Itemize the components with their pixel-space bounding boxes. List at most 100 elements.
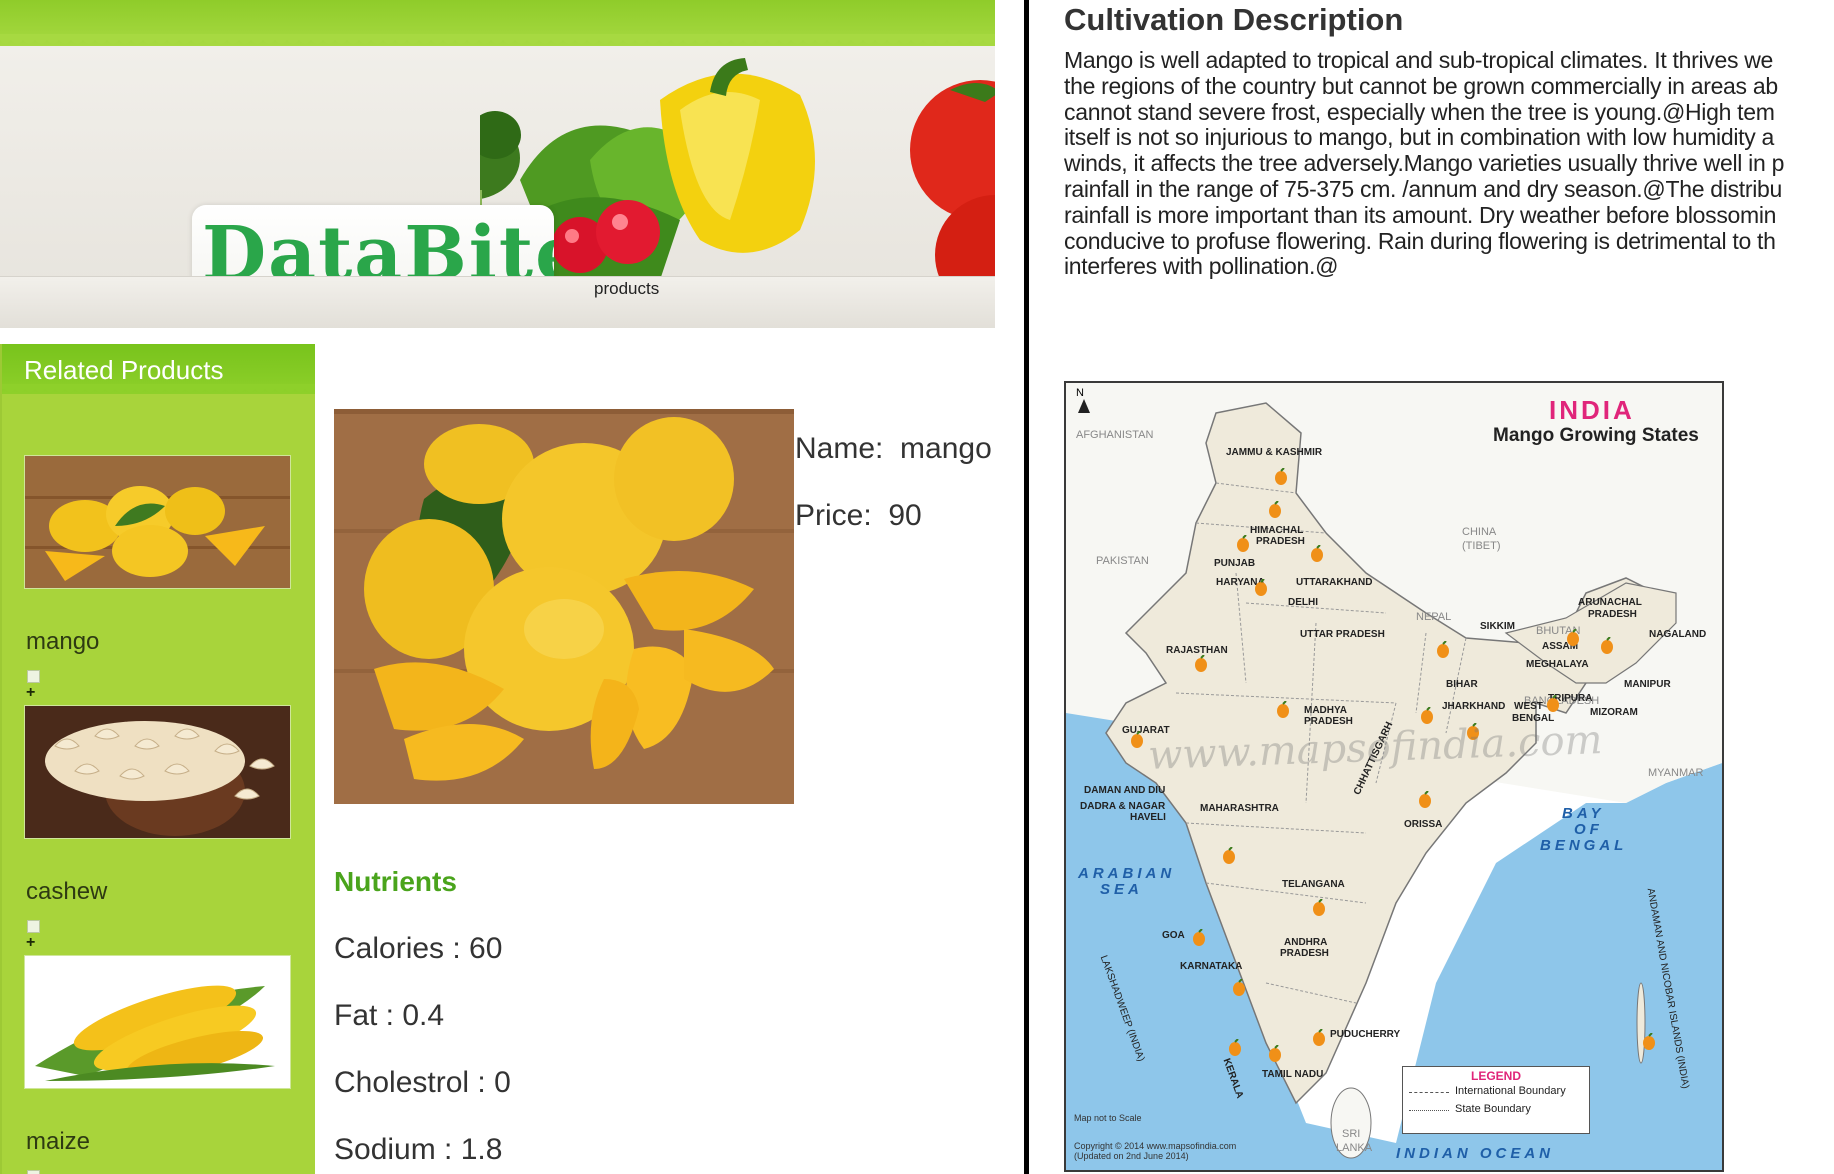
legend-item: International Boundary <box>1455 1085 1566 1097</box>
state-label: WEST <box>1514 701 1543 712</box>
state-label: ORISSA <box>1404 819 1443 830</box>
legend-item: State Boundary <box>1455 1103 1531 1115</box>
map-scale-note: Map not to Scale <box>1074 1113 1142 1123</box>
state-label: DAMAN AND DIU <box>1084 785 1166 796</box>
sea-label: INDIAN OCEAN <box>1396 1145 1555 1162</box>
country-label: AFGHANISTAN <box>1076 429 1154 441</box>
country-label: LANKA <box>1336 1142 1373 1154</box>
related-product-add-mango[interactable]: + <box>26 684 35 702</box>
state-label: UTTARAKHAND <box>1296 577 1373 588</box>
map-title: INDIA <box>1549 395 1635 425</box>
country-label: CHINA <box>1462 526 1497 538</box>
state-label: PRADESH <box>1588 609 1637 620</box>
nutrient-calories: Calories : 60 <box>334 932 503 965</box>
state-label: SIKKIM <box>1480 621 1515 632</box>
state-label: JAMMU & KASHMIR <box>1226 447 1323 458</box>
mango-marker-icon <box>1269 501 1281 518</box>
mango-marker-icon <box>1313 1029 1325 1046</box>
related-product-name-cashew[interactable]: cashew <box>26 878 107 906</box>
sidebar-header: Related Products <box>2 344 315 394</box>
mango-marker-icon <box>1643 1033 1655 1050</box>
sidebar-title: Related Products <box>24 355 224 385</box>
mango-marker-icon <box>1547 695 1559 712</box>
state-label: ARUNACHAL <box>1578 597 1642 608</box>
state-label: MANIPUR <box>1624 679 1671 690</box>
sea-label: BENGAL <box>1540 837 1628 854</box>
mango-marker-icon <box>1601 637 1613 654</box>
legend-line-state <box>1409 1110 1449 1111</box>
state-label: UTTAR PRADESH <box>1300 629 1385 640</box>
mango-marker-icon <box>1419 791 1431 808</box>
legend-title: LEGEND <box>1470 1069 1521 1083</box>
state-label: TAMIL NADU <box>1262 1069 1324 1080</box>
state-label: PUDUCHERRY <box>1330 1029 1401 1040</box>
product-image-mango <box>334 409 794 804</box>
related-products-sidebar: Related Products mango + cashew + maize <box>0 344 315 1174</box>
country-label: NEPAL <box>1416 611 1452 623</box>
nutrient-sodium: Sodium : 1.8 <box>334 1133 503 1166</box>
related-product-checkbox-cashew[interactable] <box>27 920 40 933</box>
mango-marker-icon <box>1229 1039 1241 1056</box>
sea-label: BAY <box>1562 805 1605 822</box>
nutrient-cholestrol: Cholestrol : 0 <box>334 1066 511 1099</box>
related-product-name-mango[interactable]: mango <box>26 628 99 656</box>
state-label: ANDHRA <box>1284 937 1328 948</box>
related-product-checkbox-mango[interactable] <box>27 670 40 683</box>
sea-label: OF <box>1574 821 1603 838</box>
related-product-image-cashew[interactable] <box>24 705 291 839</box>
nutrients-heading: Nutrients <box>334 866 457 897</box>
cultivation-description: Mango is well adapted to tropical and su… <box>1064 47 1785 280</box>
nav-link-products[interactable]: products <box>594 279 659 299</box>
related-product-add-cashew[interactable]: + <box>26 934 35 952</box>
product-price: Price: 90 <box>795 499 922 532</box>
mango-marker-icon <box>1195 655 1207 672</box>
related-product-image-mango[interactable] <box>24 455 291 589</box>
state-label: KARNATAKA <box>1180 961 1243 972</box>
sea-label: SEA <box>1100 881 1143 898</box>
country-label: PAKISTAN <box>1096 555 1149 567</box>
state-label: DELHI <box>1288 597 1318 608</box>
site-header: DataBite products <box>0 0 995 328</box>
mango-marker-icon <box>1567 629 1579 646</box>
state-label: MEGHALAYA <box>1526 659 1589 670</box>
product-name: Name: mango <box>795 432 992 465</box>
state-label: HIMACHAL <box>1250 525 1304 536</box>
legend-line-international <box>1409 1092 1449 1093</box>
country-label: SRI <box>1342 1128 1361 1140</box>
related-product-image-maize[interactable] <box>24 955 291 1089</box>
state-label: PRADESH <box>1256 536 1305 547</box>
nav-bar: products <box>0 276 995 328</box>
nutrient-fat: Fat : 0.4 <box>334 999 445 1032</box>
state-label: PUNJAB <box>1214 558 1256 569</box>
vegetables-illustration <box>480 58 995 280</box>
mango-marker-icon <box>1131 731 1143 748</box>
mango-marker-icon <box>1223 847 1235 864</box>
map-subtitle: Mango Growing States <box>1493 425 1699 446</box>
state-label: HAVELI <box>1130 812 1166 823</box>
mango-marker-icon <box>1237 535 1249 552</box>
mango-marker-icon <box>1313 899 1325 916</box>
mango-marker-icon <box>1233 979 1245 996</box>
map-north-label: N <box>1076 387 1084 399</box>
state-label: TELANGANA <box>1282 879 1345 890</box>
mango-marker-icon <box>1193 929 1205 946</box>
mango-marker-icon <box>1277 701 1289 718</box>
country-label: MYANMAR <box>1648 767 1704 779</box>
map-copyright: Copyright © 2014 www.mapsofindia.com <box>1074 1141 1237 1151</box>
panel-divider <box>1024 0 1029 1174</box>
related-product-checkbox-maize[interactable] <box>27 1170 40 1174</box>
mango-marker-icon <box>1255 579 1267 596</box>
state-label: NAGALAND <box>1649 629 1707 640</box>
state-label: GOA <box>1162 930 1185 941</box>
related-product-name-maize[interactable]: maize <box>26 1128 90 1156</box>
mango-marker-icon <box>1275 468 1287 485</box>
state-label: MAHARASHTRA <box>1200 803 1279 814</box>
state-label: MADHYA <box>1304 705 1347 716</box>
india-mango-map: N INDIA Mango Growing States AFGHANISTAN… <box>1064 381 1724 1172</box>
cultivation-title: Cultivation Description <box>1064 2 1404 37</box>
mango-marker-icon <box>1437 641 1449 658</box>
state-label: DADRA & NAGAR <box>1080 801 1166 812</box>
state-label: PRADESH <box>1280 948 1329 959</box>
map-updated: (Updated on 2nd June 2014) <box>1074 1151 1189 1161</box>
state-label: JHARKHAND <box>1442 701 1506 712</box>
